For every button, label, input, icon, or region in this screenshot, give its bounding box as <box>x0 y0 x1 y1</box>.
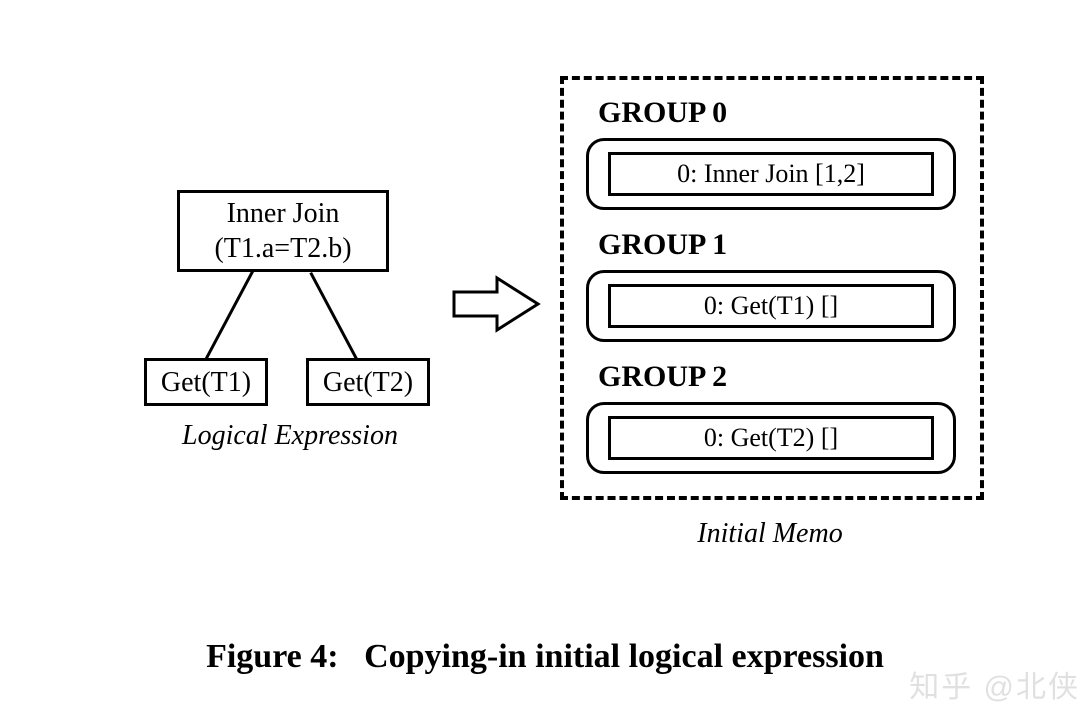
group-2-title: GROUP 2 <box>598 360 727 394</box>
tree-right-text: Get(T2) <box>323 365 413 400</box>
tree-root-node: Inner Join (T1.a=T2.b) <box>177 190 389 272</box>
group-0-expr: 0: Inner Join [1,2] <box>677 159 865 189</box>
watermark: 知乎 @北侠 <box>909 662 1080 706</box>
tree-edge-right <box>309 272 363 371</box>
tree-edge-left <box>200 271 254 370</box>
group-1-title: GROUP 1 <box>598 228 727 262</box>
logical-expression-label: Logical Expression <box>150 420 430 452</box>
group-2-expr: 0: Get(T2) [] <box>704 423 838 453</box>
tree-right-leaf: Get(T2) <box>306 358 430 406</box>
tree-left-text: Get(T1) <box>161 365 251 400</box>
caption-prefix: Figure 4: <box>206 638 339 675</box>
group-2-expr-box: 0: Get(T2) [] <box>608 416 934 460</box>
group-0-expr-box: 0: Inner Join [1,2] <box>608 152 934 196</box>
transform-arrow-icon <box>452 274 542 334</box>
initial-memo-label: Initial Memo <box>620 518 920 550</box>
caption-text: Copying-in initial logical expression <box>364 638 884 675</box>
tree-left-leaf: Get(T1) <box>144 358 268 406</box>
group-0-title: GROUP 0 <box>598 96 727 130</box>
group-1-expr: 0: Get(T1) [] <box>704 291 838 321</box>
root-line1: Inner Join <box>227 196 340 231</box>
group-1-expr-box: 0: Get(T1) [] <box>608 284 934 328</box>
diagram-canvas: Inner Join (T1.a=T2.b) Get(T1) Get(T2) L… <box>0 0 1090 714</box>
root-line2: (T1.a=T2.b) <box>214 231 351 266</box>
